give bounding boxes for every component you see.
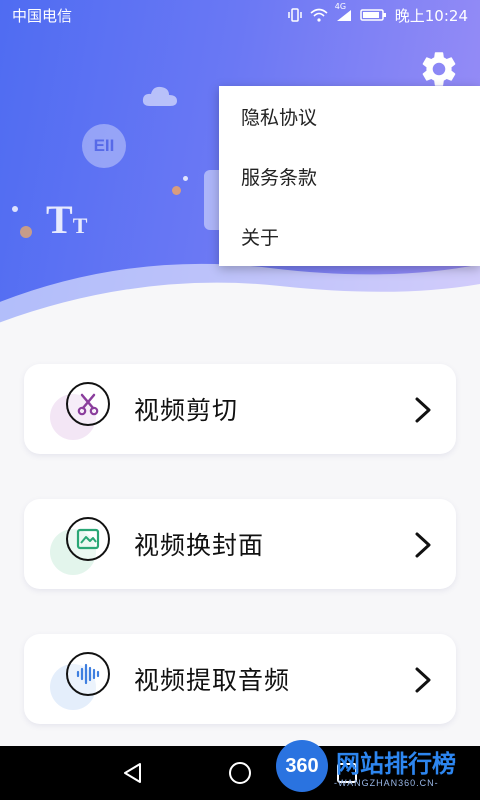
chevron-right-icon [415, 397, 431, 423]
decor-dot [172, 186, 181, 195]
battery-icon [360, 8, 388, 22]
status-bar: 中国电信 4G 晚上10:24 [0, 0, 480, 30]
network-type-label: 4G [334, 2, 347, 11]
card-label: 视频换封面 [134, 531, 265, 560]
video-cut-card[interactable]: 视频剪切 [24, 364, 456, 454]
chevron-right-icon [415, 532, 431, 558]
video-cover-card[interactable]: 视频换封面 [24, 499, 456, 589]
menu-item-privacy[interactable]: 隐私协议 [219, 86, 480, 146]
chevron-right-icon [415, 667, 431, 693]
decor-dot [20, 226, 32, 238]
gear-icon[interactable] [418, 48, 460, 90]
decor-dot [12, 206, 18, 212]
image-icon [66, 517, 110, 561]
back-triangle-icon[interactable] [120, 760, 146, 786]
clock-label: 晚上10:24 [394, 6, 468, 25]
cloud-icon [142, 86, 177, 106]
menu-item-about[interactable]: 关于 [219, 206, 480, 266]
overflow-menu: 隐私协议 服务条款 关于 [219, 86, 480, 266]
scissors-icon [66, 382, 110, 426]
signal-icon: 4G [335, 2, 353, 22]
audio-wave-icon [66, 652, 110, 696]
card-label: 视频剪切 [134, 396, 239, 425]
decor-dot [183, 176, 188, 181]
watermark-logo: 360 网站排行榜 -WANGZHAN360.CN- [268, 736, 480, 800]
wifi-icon [310, 8, 328, 22]
video-audio-card[interactable]: 视频提取音频 [24, 634, 456, 724]
status-icons: 4G 晚上10:24 [287, 2, 468, 26]
carrier-label: 中国电信 [12, 6, 73, 25]
font-size-icon: TT [46, 197, 88, 242]
home-circle-icon[interactable] [227, 760, 253, 786]
watermark-subtitle: -WANGZHAN360.CN- [334, 778, 439, 788]
card-label: 视频提取音频 [134, 666, 291, 695]
watermark-title: 网站排行榜 [336, 750, 456, 778]
text-badge-icon: EII [82, 124, 126, 168]
menu-item-terms[interactable]: 服务条款 [219, 146, 480, 206]
vibrate-icon [287, 8, 303, 22]
watermark-badge: 360 [276, 740, 328, 792]
